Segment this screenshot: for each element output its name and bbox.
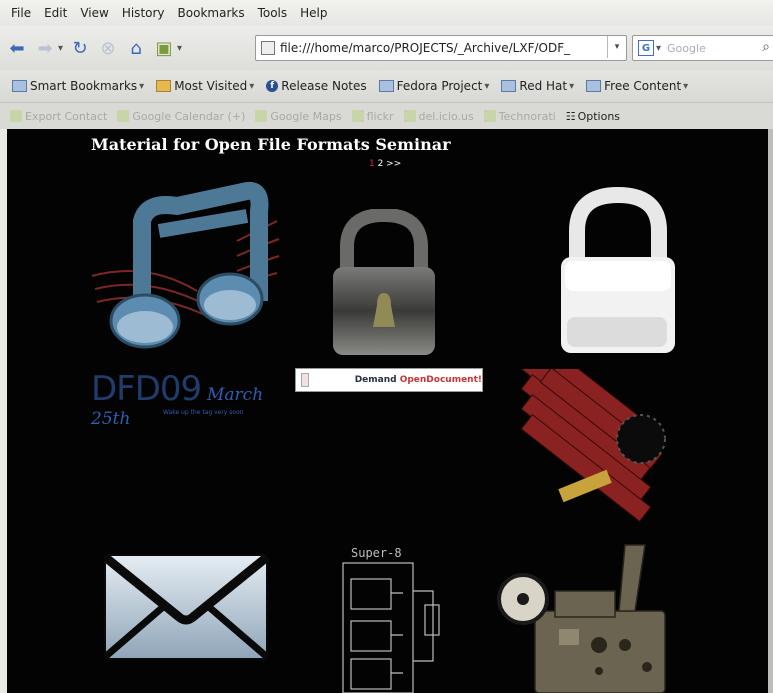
menu-view[interactable]: View [80,6,108,20]
chevron-down-icon: ▾ [139,80,145,92]
delicious-icon [403,110,416,122]
menu-file[interactable]: File [11,6,31,20]
toolbar-technorati[interactable]: Technorati [483,109,556,123]
calendar-icon [117,110,130,122]
banner-text-b: OpenDocument! [399,375,482,385]
toolbar-label: Google Calendar (+) [132,109,246,123]
toolbar-options[interactable]: ☷ Options [566,110,620,123]
options-icon: ☷ [565,109,576,123]
stop-icon[interactable]: ⊗ [97,37,119,59]
toolbar-flickr[interactable]: flickr [351,109,394,123]
bookmarks-toolbar: Smart Bookmarks ▾ Most Visited ▾ f Relea… [0,70,773,103]
bookmark-red-hat[interactable]: Red Hat ▾ [501,79,574,93]
pager-next[interactable]: 2 >> [375,159,402,169]
search-engine-icon[interactable]: G [638,40,654,56]
folder-icon [586,80,602,92]
chevron-down-icon: ▾ [249,80,255,92]
flickr-icon [351,110,364,122]
history-dropdown-icon[interactable]: ▾ [58,43,63,54]
toolbar-export-contact[interactable]: Export Contact [10,110,107,123]
url-input[interactable]: file:///home/marco/PROJECTS/_Archive/LXF… [255,35,627,61]
bookmark-fedora-project[interactable]: Fedora Project ▾ [378,79,490,93]
page-content: Material for Open File Formats Seminar 1… [7,129,773,693]
toolbar-label: Technorati [498,109,556,123]
bookmark-free-content[interactable]: Free Content ▾ [586,79,688,93]
music-note-image[interactable] [87,181,287,361]
banner-text: Demand OpenDocument! [355,375,482,385]
bookmark-most-visited[interactable]: Most Visited ▾ [156,79,254,93]
technorati-icon [483,110,496,122]
search-engine-dropdown-icon[interactable]: ▾ [656,43,661,54]
bookmark-label: Fedora Project [396,79,483,93]
bookmark-label: Red Hat [519,79,568,93]
url-text[interactable]: file:///home/marco/PROJECTS/_Archive/LXF… [280,41,580,55]
toolbar-label: flickr [366,109,394,123]
dynamite-image[interactable] [501,369,701,539]
menu-bar: File Edit View History Bookmarks Tools H… [0,0,773,26]
maps-icon [255,110,268,122]
dfd-text: DFD09 [91,369,202,409]
search-placeholder[interactable]: Google [667,42,706,55]
menu-tools[interactable]: Tools [258,6,288,20]
navigation-toolbar: ⬅ ➡ ▾ ↻ ⊗ ⌂ ▣ ▾ file:///home/marco/PROJE… [0,26,773,70]
bookmark-label: Free Content [604,79,682,93]
forward-icon[interactable]: ➡ [34,37,56,59]
bookmark-label: Release Notes [281,79,367,93]
bookmark-label: Smart Bookmarks [30,79,138,93]
demand-odf-banner[interactable]: Demand OpenDocument! [295,368,483,392]
pager: 1 2 >> [369,159,401,169]
folder-icon [378,80,394,92]
page-dropdown-icon[interactable]: ▾ [177,43,182,54]
projector-image[interactable] [495,541,685,693]
dfd-logo[interactable]: DFD09 March 25th Wake up the tag very so… [91,369,281,429]
schematic-image[interactable]: Super-8 [337,541,447,693]
home-icon[interactable]: ⌂ [125,37,147,59]
envelope-image[interactable] [103,551,269,661]
search-input[interactable]: G ▾ Google ⌕ [632,35,773,61]
padlock-dark-image[interactable] [325,209,443,359]
folder-icon [156,80,172,92]
page-icon[interactable]: ▣ [153,37,175,59]
chevron-down-icon: ▾ [484,80,490,92]
chevron-down-icon: ▾ [569,80,575,92]
bookmark-release-notes[interactable]: f Release Notes [266,79,367,93]
toolbar-label: del.icio.us [418,109,474,123]
toolbar-label: Options [577,109,621,123]
toolbar-label: Google Maps [270,109,342,123]
search-icon[interactable]: ⌕ [762,39,770,55]
menu-history[interactable]: History [122,6,165,20]
menu-bookmarks[interactable]: Bookmarks [178,6,245,20]
banner-text-a: Demand [354,375,400,385]
schematic-label: Super-8 [351,546,402,560]
url-dropdown-icon[interactable]: ▾ [607,36,626,58]
contact-icon [10,110,22,122]
dfd-sub: Wake up the tag very soon [163,409,244,416]
bookmark-label: Most Visited [174,79,248,93]
menu-edit[interactable]: Edit [44,6,67,20]
folder-icon [12,80,27,92]
reload-icon[interactable]: ↻ [69,37,91,59]
menu-help[interactable]: Help [300,6,327,20]
odf-logo-icon [301,373,309,387]
folder-icon [501,80,517,92]
site-identity-icon[interactable] [261,41,275,55]
toolbar-label: Export Contact [25,109,108,123]
back-icon[interactable]: ⬅ [6,37,28,59]
page-title: Material for Open File Formats Seminar [91,135,451,154]
toolbar-google-calendar[interactable]: Google Calendar (+) [117,110,245,123]
extension-toolbar: Export Contact Google Calendar (+) Googl… [0,103,773,129]
vertical-scrollbar[interactable] [768,129,773,693]
fedora-icon: f [266,80,279,92]
toolbar-google-maps[interactable]: Google Maps [255,109,342,123]
toolbar-delicious[interactable]: del.icio.us [403,109,474,123]
bookmark-smart-bookmarks[interactable]: Smart Bookmarks ▾ [12,79,144,93]
padlock-white-image[interactable] [555,187,681,357]
chevron-down-icon: ▾ [683,80,689,92]
